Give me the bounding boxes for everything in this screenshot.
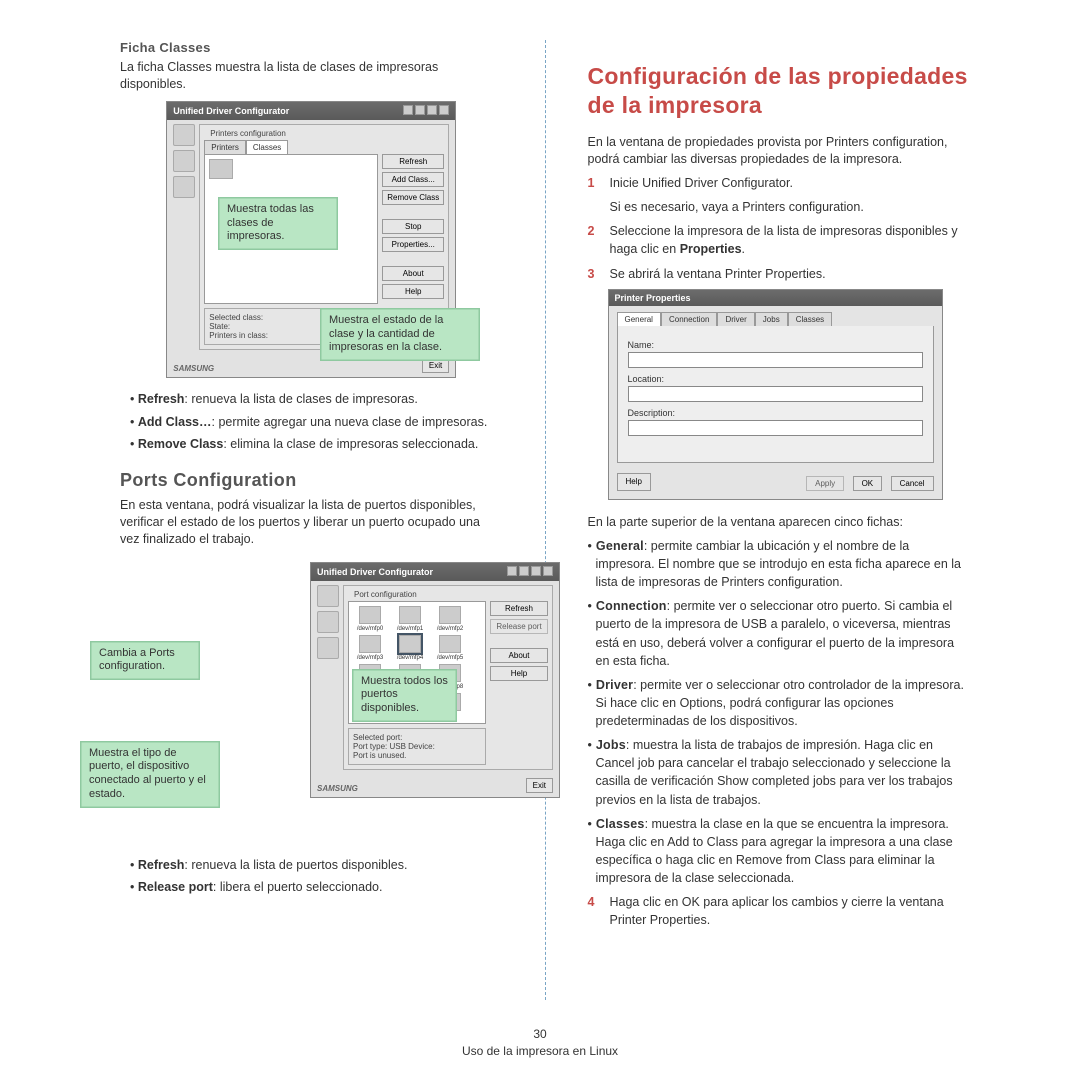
window-buttons	[401, 105, 449, 117]
tab-descriptions: General: permite cambiar la ubicación y …	[588, 537, 971, 887]
ok-button[interactable]: OK	[853, 476, 883, 491]
window-title: Printer Properties	[615, 293, 691, 303]
printers-icon[interactable]	[173, 124, 195, 146]
step-text: Haga clic en OK para aplicar los cambios…	[610, 893, 971, 929]
scanners-icon[interactable]	[173, 150, 195, 172]
step-text: Seleccione la impresora de la lista de i…	[610, 222, 971, 258]
step-number: 1	[588, 174, 602, 216]
description-label: Description:	[628, 408, 923, 418]
tabs-intro: En la parte superior de la ventana apare…	[588, 514, 971, 531]
brand-label: SAMSUNG	[317, 784, 358, 793]
tab-classes[interactable]: Classes	[788, 312, 832, 326]
printer-thumb-icon	[209, 159, 233, 179]
section-label: Uso de la impresora en Linux	[462, 1044, 618, 1058]
classes-bullets: Refresh: renueva la lista de clases de i…	[130, 390, 503, 454]
tab-general[interactable]: General	[617, 312, 661, 326]
frame-label: Port configuration	[352, 590, 419, 599]
window-buttons	[505, 566, 553, 578]
step-text: Inicie Unified Driver Configurator. Si e…	[610, 174, 864, 216]
description-input[interactable]	[628, 420, 923, 436]
list-item: General: permite cambiar la ubicación y …	[588, 537, 971, 591]
refresh-button[interactable]: Refresh	[382, 154, 444, 169]
release-port-button[interactable]: Release port	[490, 619, 548, 634]
left-toolbar	[317, 585, 339, 770]
printer-properties-screenshot: Printer Properties General Connection Dr…	[608, 289, 943, 500]
ports-icon[interactable]	[317, 637, 339, 659]
step-number: 4	[588, 893, 602, 929]
apply-button[interactable]: Apply	[806, 476, 844, 491]
stop-button[interactable]: Stop	[382, 219, 444, 234]
ports-icon[interactable]	[173, 176, 195, 198]
step-text: Se abrirá la ventana Printer Properties.	[610, 265, 826, 283]
list-item: Add Class…: permite agregar una nueva cl…	[130, 413, 503, 432]
help-button[interactable]: Help	[490, 666, 548, 681]
name-input[interactable]	[628, 352, 923, 368]
callout-state: Muestra el estado de la clase y la canti…	[320, 308, 480, 361]
tab-connection[interactable]: Connection	[661, 312, 717, 326]
callout-ports-all: Muestra todos los puertos disponibles.	[352, 669, 457, 722]
callout-ports-switch: Cambia a Ports configuration.	[90, 641, 200, 681]
button-column: Refresh Release port About Help	[490, 601, 548, 765]
list-item: Driver: permite ver o seleccionar otro c…	[588, 676, 971, 730]
cancel-button[interactable]: Cancel	[891, 476, 934, 491]
tab-printers[interactable]: Printers	[204, 140, 246, 154]
printers-icon[interactable]	[317, 585, 339, 607]
ports-intro: En esta ventana, podrá visualizar la lis…	[120, 497, 503, 548]
callout-all-classes: Muestra todas las clases de impresoras.	[218, 197, 338, 250]
ficha-classes-heading: Ficha Classes	[120, 40, 503, 55]
selected-port-frame: Selected port: Port type: USB Device: Po…	[348, 728, 486, 765]
list-item: Release port: libera el puerto seleccion…	[130, 878, 503, 897]
list-item: Connection: permite ver o seleccionar ot…	[588, 597, 971, 670]
page-footer: 30 Uso de la impresora en Linux	[0, 1027, 1080, 1058]
location-label: Location:	[628, 374, 923, 384]
column-divider	[545, 40, 546, 1000]
window-title: Unified Driver Configurator	[173, 106, 289, 116]
list-item: Refresh: renueva la lista de puertos dis…	[130, 856, 503, 875]
list-item: Remove Class: elimina la clase de impres…	[130, 435, 503, 454]
ficha-classes-intro: La ficha Classes muestra la lista de cla…	[120, 59, 503, 93]
tab-jobs[interactable]: Jobs	[755, 312, 788, 326]
location-input[interactable]	[628, 386, 923, 402]
about-button[interactable]: About	[382, 266, 444, 281]
list-item: Jobs: muestra la lista de trabajos de im…	[588, 736, 971, 809]
list-item: Classes: muestra la clase en la que se e…	[588, 815, 971, 888]
printer-properties-heading: Configuración de las propiedades de la i…	[588, 62, 971, 120]
callout-ports-type: Muestra el tipo de puerto, el dispositiv…	[80, 741, 220, 808]
page-number: 30	[0, 1027, 1080, 1041]
port-type-label: Port type: USB Device:	[353, 742, 481, 751]
ports-bullets: Refresh: renueva la lista de puertos dis…	[130, 856, 503, 898]
exit-button[interactable]: Exit	[526, 778, 553, 793]
help-button[interactable]: Help	[382, 284, 444, 299]
step-number: 2	[588, 222, 602, 258]
frame-label: Printers configuration	[208, 129, 288, 138]
left-toolbar	[173, 124, 195, 350]
refresh-button[interactable]: Refresh	[490, 601, 548, 616]
help-button[interactable]: Help	[617, 473, 651, 491]
selected-port-label: Selected port:	[353, 733, 481, 742]
name-label: Name:	[628, 340, 923, 350]
about-button[interactable]: About	[490, 648, 548, 663]
window-title: Unified Driver Configurator	[317, 567, 433, 577]
list-item: Refresh: renueva la lista de clases de i…	[130, 390, 503, 409]
add-class-button[interactable]: Add Class...	[382, 172, 444, 187]
step-number: 3	[588, 265, 602, 283]
scanners-icon[interactable]	[317, 611, 339, 633]
properties-button[interactable]: Properties...	[382, 237, 444, 252]
remove-class-button[interactable]: Remove Class	[382, 190, 444, 205]
tab-driver[interactable]: Driver	[717, 312, 754, 326]
ports-heading: Ports Configuration	[120, 470, 503, 491]
brand-label: SAMSUNG	[173, 364, 214, 373]
intro-paragraph: En la ventana de propiedades provista po…	[588, 134, 971, 169]
port-status-label: Port is unused.	[353, 751, 481, 760]
tab-classes[interactable]: Classes	[246, 140, 288, 154]
